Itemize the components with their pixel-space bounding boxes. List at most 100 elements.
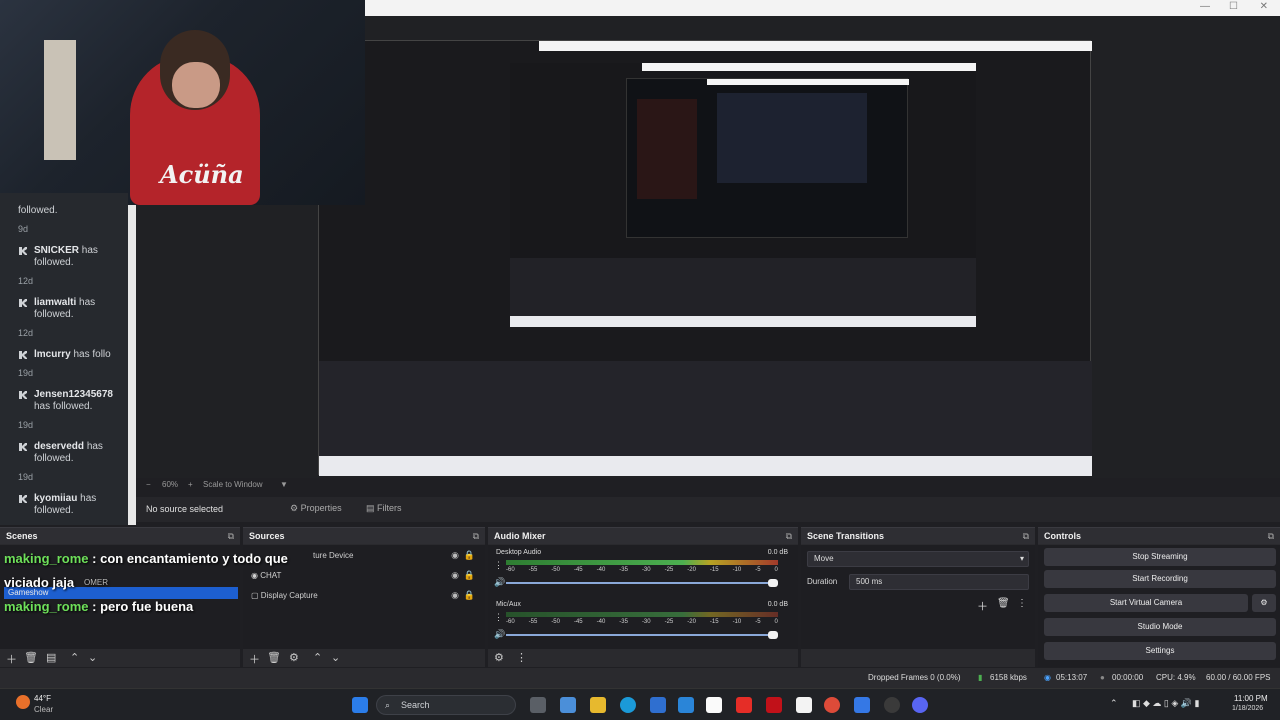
- kick-icon: [19, 391, 27, 399]
- speaker-icon[interactable]: 🔊: [494, 577, 505, 588]
- move-up-icon[interactable]: ⌃: [70, 651, 79, 664]
- amazon-icon[interactable]: [796, 697, 812, 713]
- weather-icon[interactable]: [16, 695, 30, 709]
- virtual-camera-settings-button[interactable]: ⚙: [1252, 594, 1276, 612]
- duration-field[interactable]: 500 ms: [849, 574, 1029, 590]
- kick-icon: [19, 299, 27, 307]
- filter-icon[interactable]: ▤: [46, 651, 56, 664]
- popout-icon[interactable]: ⧉: [1268, 528, 1274, 544]
- scale-mode[interactable]: Scale to Window: [203, 480, 263, 489]
- lock-icon[interactable]: 🔒: [464, 570, 475, 581]
- chevron-down-icon[interactable]: ▼: [280, 480, 288, 489]
- zoom-in-icon[interactable]: +: [188, 480, 193, 489]
- list-item: followed. 9d: [18, 205, 58, 234]
- filters-button[interactable]: ▤ Filters: [366, 503, 402, 514]
- menu-dots-icon[interactable]: ⋮: [1017, 598, 1027, 609]
- status-bar: Dropped Frames 0 (0.0%) ▮ 6158 kbps ◉ 05…: [0, 668, 1280, 688]
- eye-icon[interactable]: ◉: [451, 570, 459, 581]
- app-icon[interactable]: [678, 697, 694, 713]
- cpu-usage: CPU: 4.9%: [1156, 673, 1196, 682]
- youtube-icon[interactable]: [736, 697, 752, 713]
- add-icon[interactable]: ＋: [977, 598, 988, 614]
- start-virtual-camera-button[interactable]: Start Virtual Camera: [1044, 594, 1248, 612]
- windows-start-icon[interactable]: [352, 697, 368, 713]
- start-recording-button[interactable]: Start Recording: [1044, 570, 1276, 588]
- zoom-out-icon[interactable]: −: [146, 480, 151, 489]
- close-icon[interactable]: ✕: [1260, 1, 1268, 12]
- properties-button[interactable]: ⚙ Properties: [290, 503, 342, 514]
- gear-icon: ⚙: [1260, 598, 1268, 607]
- record-time: 00:00:00: [1112, 673, 1144, 682]
- tick-label: -40: [596, 567, 606, 573]
- obs-icon[interactable]: [884, 697, 900, 713]
- lock-icon[interactable]: 🔒: [464, 590, 475, 601]
- popout-icon[interactable]: ⧉: [228, 528, 234, 544]
- speaker-icon[interactable]: 🔊: [494, 629, 505, 640]
- maximize-icon[interactable]: ☐: [1229, 1, 1238, 12]
- trash-icon[interactable]: 🗑: [24, 651, 38, 664]
- volume-slider[interactable]: [506, 579, 778, 587]
- tick-label: -60: [506, 567, 515, 573]
- minimize-icon[interactable]: —: [1200, 1, 1210, 12]
- volume-slider[interactable]: [506, 631, 778, 639]
- chevron-up-icon[interactable]: ⌃: [1110, 698, 1118, 709]
- settings-button[interactable]: Settings: [1044, 642, 1276, 660]
- dock-title: Scenes: [6, 531, 38, 541]
- kick-icon: [19, 247, 27, 255]
- chat-message: making_rome : con encantamiento y todo q…: [4, 551, 288, 566]
- kick-icon: [19, 443, 27, 451]
- chrome-icon[interactable]: [824, 697, 840, 713]
- menu-dots-icon[interactable]: ⋮: [494, 560, 503, 571]
- file-explorer-icon[interactable]: [590, 697, 606, 713]
- system-tray-icons[interactable]: ◧ ◆ ☁ ▯ ◈ 🔊 ▮: [1132, 698, 1199, 709]
- trash-icon[interactable]: 🗑: [267, 651, 281, 664]
- volume-meter: [506, 560, 778, 565]
- search-box[interactable]: ⌕ Search: [376, 695, 516, 715]
- menu-dots-icon[interactable]: ⋮: [516, 651, 527, 664]
- netflix-icon[interactable]: [766, 697, 782, 713]
- lock-icon[interactable]: 🔒: [464, 550, 475, 561]
- popout-icon[interactable]: ⧉: [1023, 528, 1029, 544]
- studio-mode-button[interactable]: Studio Mode: [1044, 618, 1276, 636]
- tick-label: -55: [528, 619, 538, 625]
- trash-icon[interactable]: 🗑: [997, 598, 1010, 609]
- popout-icon[interactable]: ⧉: [786, 528, 792, 544]
- stop-streaming-button[interactable]: Stop Streaming: [1044, 548, 1276, 566]
- add-icon[interactable]: ＋: [249, 651, 260, 667]
- tick-label: -25: [664, 619, 674, 625]
- move-down-icon[interactable]: ⌄: [88, 651, 97, 664]
- meter-ticks: -60 -55 -50 -45 -40 -35 -30 -25 -20 -15 -10 -5 0: [506, 619, 778, 625]
- track-db: 0.0 dB: [767, 549, 788, 556]
- tick-label: -5: [755, 619, 761, 625]
- tick-label: -20: [687, 619, 696, 625]
- transition-select[interactable]: Move ▾: [807, 551, 1029, 567]
- discord-icon[interactable]: [912, 697, 928, 713]
- gear-icon[interactable]: ⚙: [494, 651, 504, 664]
- move-down-icon[interactable]: ⌄: [331, 651, 340, 664]
- tick-label: -60: [506, 619, 515, 625]
- task-view-icon[interactable]: [530, 697, 546, 713]
- volume-meter: [506, 612, 778, 617]
- tiktok-icon[interactable]: [706, 697, 722, 713]
- tick-label: -55: [528, 567, 538, 573]
- gear-icon[interactable]: ⚙: [289, 651, 299, 664]
- eye-icon[interactable]: ◉: [451, 550, 459, 561]
- tick-label: 0: [774, 567, 778, 573]
- nested-preview-3: [626, 78, 909, 238]
- dock-title: Sources: [249, 531, 285, 541]
- edge-icon[interactable]: [620, 697, 636, 713]
- search-icon: ⌕: [385, 700, 391, 710]
- eye-icon[interactable]: ◉: [451, 590, 459, 601]
- move-up-icon[interactable]: ⌃: [313, 651, 322, 664]
- app-icon[interactable]: [854, 697, 870, 713]
- track-name: Desktop Audio: [496, 549, 542, 556]
- weather-temp: 44°F: [34, 694, 51, 703]
- store-icon[interactable]: [650, 697, 666, 713]
- add-icon[interactable]: ＋: [6, 651, 17, 667]
- popout-icon[interactable]: ⧉: [473, 528, 479, 544]
- scene-transitions-dock: Scene Transitions ⧉ Move ▾ Duration 500 ms…: [801, 527, 1035, 667]
- scrollbar[interactable]: [128, 205, 136, 525]
- menu-dots-icon[interactable]: ⋮: [494, 612, 503, 623]
- copilot-icon[interactable]: [560, 697, 576, 713]
- tick-label: -15: [709, 619, 719, 625]
